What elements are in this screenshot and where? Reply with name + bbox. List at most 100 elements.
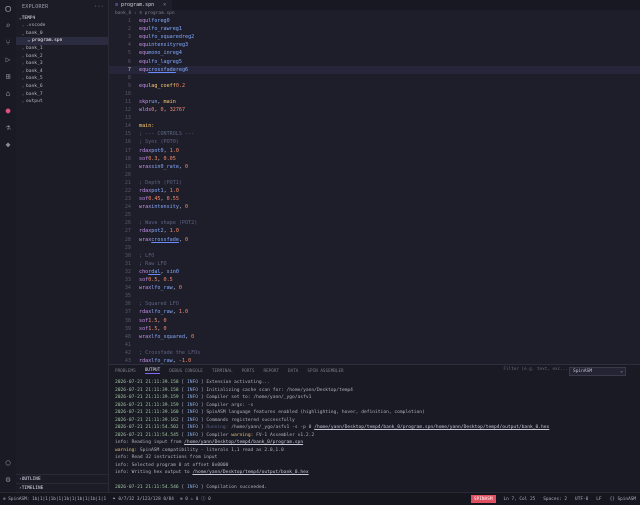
tree-item-label: bank_0 <box>26 30 43 36</box>
tree-item[interactable]: › bank_2 <box>16 52 108 60</box>
panel-tab[interactable]: PROBLEMS <box>115 369 136 374</box>
panel-tab[interactable]: DATA <box>288 369 298 374</box>
code-line: 6 equ lfo_lag reg5 <box>127 58 182 65</box>
code-line: 9 equ lag_coeff 0.2 <box>127 82 186 89</box>
code-line: 3 equ lfo_squared reg2 <box>127 34 195 41</box>
code-line: 39 sof 1.5, 0 <box>124 325 167 332</box>
log-line: info: Read 32 instructions from input <box>115 455 218 461</box>
tree-item-label: .vscode <box>26 23 46 29</box>
code-line: 23 sof 0.45, 0.55 <box>124 196 179 203</box>
run-debug-icon[interactable]: ▷ <box>0 51 16 68</box>
tree-item-label: output <box>26 99 43 105</box>
status-bar: ⊗ SpinASM: 1b|1|1|1b|1|1b|1|1b|1|1b|1|1 ⚭… <box>0 492 640 505</box>
code-line: 14 main: <box>124 123 155 130</box>
code-line: 41 <box>124 341 131 348</box>
tree-item[interactable]: › .vscode <box>16 22 108 30</box>
outline-section[interactable]: › OUTLINE <box>16 474 108 483</box>
status-item[interactable]: Ln 7, Col 25 <box>504 497 536 502</box>
breadcrumb[interactable]: bank_0 › ≡ program.spn <box>109 10 640 17</box>
status-item[interactable]: Spaces: 2 <box>543 497 567 502</box>
account-icon[interactable]: ◯ <box>0 454 16 471</box>
code-line: 24 wrax intensity, 0 <box>124 204 189 211</box>
tab-label: program.spn <box>121 2 155 8</box>
log-line: 2026-07-21 21:11:39.162 [ INFO ] Command… <box>115 417 295 423</box>
code-line: 15 ; --- CONTROLS --- <box>124 131 195 138</box>
settings-icon[interactable]: ⚙ <box>0 471 16 488</box>
tree-item-label: bank_4 <box>26 68 43 74</box>
code-line: 18 sof 0.3, 0.05 <box>124 155 176 162</box>
log-line: 2026-07-21 21:11:39.158 [ INFO ] Extensi… <box>115 380 270 386</box>
tree-item[interactable]: ≡ program.spn <box>16 37 108 45</box>
log-line: info: Selected program 0 at offset 0x000… <box>115 462 229 468</box>
code-line: 31 ; Raw LFO <box>124 260 167 267</box>
code-line: 10 <box>124 90 131 97</box>
editor-tabbar: ≡ program.spn × <box>109 0 640 10</box>
workspace-section[interactable]: ⌄ TEMP4 <box>16 14 108 22</box>
output-channel-select[interactable]: SpinASM ⌄ <box>569 367 626 376</box>
tree-item-label: bank_2 <box>26 53 43 59</box>
tree-item[interactable]: › bank_7 <box>16 90 108 98</box>
explorer-sidebar: EXPLORER ··· ⌄ TEMP4 › .vscode ⌄ bank_0 ≡ pro… <box>16 0 109 492</box>
code-line: 37 rdax lfo_raw, 1.0 <box>124 309 189 316</box>
chevron-down-icon: ⌄ <box>620 369 623 374</box>
code-line: 19 wrax sin0_rate, 0 <box>124 163 189 170</box>
code-line: 32 cho rdal, sin0 <box>124 268 179 275</box>
tree-item[interactable]: › bank_3 <box>16 60 108 68</box>
tab-program-spn[interactable]: ≡ program.spn × <box>109 0 173 10</box>
tree-item[interactable]: › bank_6 <box>16 83 108 91</box>
source-control-icon[interactable]: ⑂ <box>0 34 16 51</box>
activity-bar: ▢ ⌕ ⑂ ▷ ⊞ ⌂ ● ⚗ ◆ ◯ ⚙ <box>0 0 17 492</box>
code-line: 36 ; Squared LFO <box>124 301 179 308</box>
log-line: 2026-07-21 21:11:54.502 [ INFO ] Running… <box>115 425 550 431</box>
more-actions-icon[interactable]: ··· <box>94 4 104 10</box>
status-item[interactable]: LF <box>596 497 601 502</box>
status-item[interactable]: ⊗ 0 ⚠ 0 ⓘ 0 <box>180 496 211 502</box>
status-item[interactable]: UTF-8 <box>575 497 588 502</box>
panel-tab[interactable]: REPORT <box>264 369 280 374</box>
tree-item[interactable]: ⌄ bank_0 <box>16 30 108 38</box>
extensions-icon[interactable]: ⊞ <box>0 68 16 85</box>
tree-item[interactable]: › bank_5 <box>16 75 108 83</box>
output-log[interactable]: 2026-07-21 21:11:39.158 [ INFO ] Extensi… <box>115 379 635 492</box>
code-line: 12 wlds 0, 0, 32767 <box>124 107 186 114</box>
log-line: info: Writing hex output to /home/yann/D… <box>115 470 309 476</box>
tree-item-label: bank_6 <box>26 84 43 90</box>
file-icon: ≡ <box>115 2 119 8</box>
editor-area: ≡ program.spn × bank_0 › ≡ program.spn 1… <box>109 0 640 437</box>
chip-icon[interactable]: ◆ <box>0 136 16 153</box>
close-icon[interactable]: × <box>163 2 166 8</box>
code-line: 16 ; Sync (POT0) <box>124 139 179 146</box>
testing-icon[interactable]: ⚗ <box>0 119 16 136</box>
status-item[interactable]: ⚭ 0/7/32 3/123/128 0/84 <box>112 497 174 502</box>
tree-item[interactable]: › bank_4 <box>16 68 108 76</box>
status-item[interactable]: ⊗ SpinASM: 1b|1|1|1b|1|1b|1|1b|1|1b|1|1 <box>3 497 106 502</box>
panel-tab[interactable]: SPIN ASSEMBLER <box>307 369 343 374</box>
log-line: 2026-07-21 21:11:39.159 [ INFO ] Compile… <box>115 395 312 401</box>
files-icon[interactable]: ▢ <box>0 0 16 17</box>
tree-item-label: bank_5 <box>26 76 43 82</box>
tree-item-label: bank_3 <box>26 61 43 67</box>
tree-item[interactable]: › output <box>16 98 108 106</box>
output-filter-input[interactable]: Filter (e.g. text, exc... <box>503 367 568 372</box>
code-line: 40 wrax lfo_squared, 0 <box>124 333 195 340</box>
status-item[interactable]: {} SpinASM <box>610 497 636 502</box>
code-line: 28 wrax crossfade, 0 <box>124 236 189 243</box>
tree-item-label: bank_1 <box>26 46 43 52</box>
code-line: 25 <box>124 212 131 219</box>
panel-tab[interactable]: PORTS <box>242 369 255 374</box>
remote-icon[interactable]: ⌂ <box>0 85 16 102</box>
spinasm-icon[interactable]: ● <box>0 102 16 119</box>
status-badge[interactable]: SPINASM <box>471 495 496 503</box>
log-line: 2026-07-21 21:11:39.159 [ INFO ] Compile… <box>115 402 254 408</box>
timeline-section[interactable]: › TIMELINE <box>16 483 108 492</box>
panel-tab[interactable]: DEBUG CONSOLE <box>169 369 203 374</box>
search-icon[interactable]: ⌕ <box>0 17 16 34</box>
log-line: 2026-07-21 21:11:54.545 [ INFO ] Compile… <box>115 432 315 438</box>
tree-item[interactable]: › bank_1 <box>16 45 108 53</box>
panel-tab[interactable]: OUTPUT <box>144 368 161 374</box>
tree-item-label: bank_7 <box>26 91 43 97</box>
code-line: 27 rdax pot2, 1.0 <box>124 228 179 235</box>
panel-tab[interactable]: TERMINAL <box>212 369 233 374</box>
code-line: 29 <box>124 244 131 251</box>
